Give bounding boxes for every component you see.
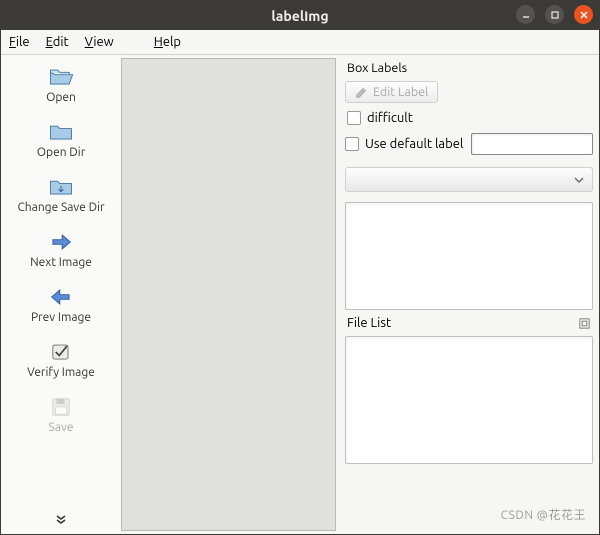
checkbox-icon[interactable] (347, 111, 361, 125)
change-save-dir-button[interactable]: Change Save Dir (1, 169, 121, 222)
toolbar-label: Verify Image (27, 366, 95, 379)
canvas-area[interactable] (121, 58, 336, 531)
default-label-row: Use default label (345, 133, 593, 155)
detach-icon[interactable] (578, 317, 591, 330)
toolbar-label: Next Image (30, 256, 92, 269)
menu-edit[interactable]: Edit (46, 35, 69, 49)
prev-image-button[interactable]: Prev Image (1, 279, 121, 332)
use-default-label-text: Use default label (365, 137, 463, 151)
file-list-title: File List (347, 316, 391, 330)
window-controls (516, 5, 593, 24)
titlebar: labelImg (1, 1, 599, 30)
difficult-label: difficult (367, 111, 413, 125)
menubar: File Edit View Help (1, 30, 599, 55)
close-button[interactable] (574, 5, 593, 24)
maximize-button[interactable] (545, 5, 564, 24)
next-image-button[interactable]: Next Image (1, 224, 121, 277)
toolbar-label: Change Save Dir (17, 201, 104, 214)
right-panel: Box Labels Edit Label difficult Use defa… (339, 55, 599, 534)
labels-listbox[interactable] (345, 202, 593, 310)
file-listbox[interactable] (345, 336, 593, 464)
toolbar: Open Open Dir Change Save Dir Next Image… (1, 55, 121, 534)
file-list-header: File List (345, 316, 593, 330)
chevron-down-icon (574, 175, 584, 185)
edit-label-button: Edit Label (345, 81, 438, 103)
toolbar-overflow-icon[interactable] (55, 512, 67, 528)
app-window: labelImg File Edit View Help Open (0, 0, 600, 535)
menu-help[interactable]: Help (154, 35, 181, 49)
content-area: Open Open Dir Change Save Dir Next Image… (1, 55, 599, 534)
floppy-disk-icon (47, 393, 75, 421)
arrow-left-icon (47, 283, 75, 311)
folder-open-icon (47, 63, 75, 91)
toolbar-label: Open Dir (37, 146, 86, 159)
save-button: Save (1, 389, 121, 442)
use-default-label-checkbox[interactable]: Use default label (345, 137, 463, 151)
toolbar-label: Open (46, 91, 76, 104)
menu-file[interactable]: File (9, 35, 30, 49)
open-dir-button[interactable]: Open Dir (1, 114, 121, 167)
edit-label-text: Edit Label (373, 85, 428, 99)
label-dropdown[interactable] (345, 167, 593, 192)
folder-icon (47, 118, 75, 146)
window-title: labelImg (1, 8, 599, 24)
default-label-input[interactable] (471, 133, 593, 155)
verify-image-button[interactable]: Verify Image (1, 334, 121, 387)
open-button[interactable]: Open (1, 59, 121, 112)
checkbox-check-icon (47, 338, 75, 366)
pencil-icon (355, 86, 368, 99)
checkbox-icon[interactable] (345, 137, 359, 151)
difficult-checkbox-row[interactable]: difficult (345, 109, 593, 127)
folder-save-icon (47, 173, 75, 201)
toolbar-label: Prev Image (31, 311, 91, 324)
toolbar-label: Save (49, 421, 74, 434)
arrow-right-icon (47, 228, 75, 256)
minimize-button[interactable] (516, 5, 535, 24)
menu-view[interactable]: View (85, 35, 114, 49)
box-labels-title: Box Labels (345, 59, 593, 75)
